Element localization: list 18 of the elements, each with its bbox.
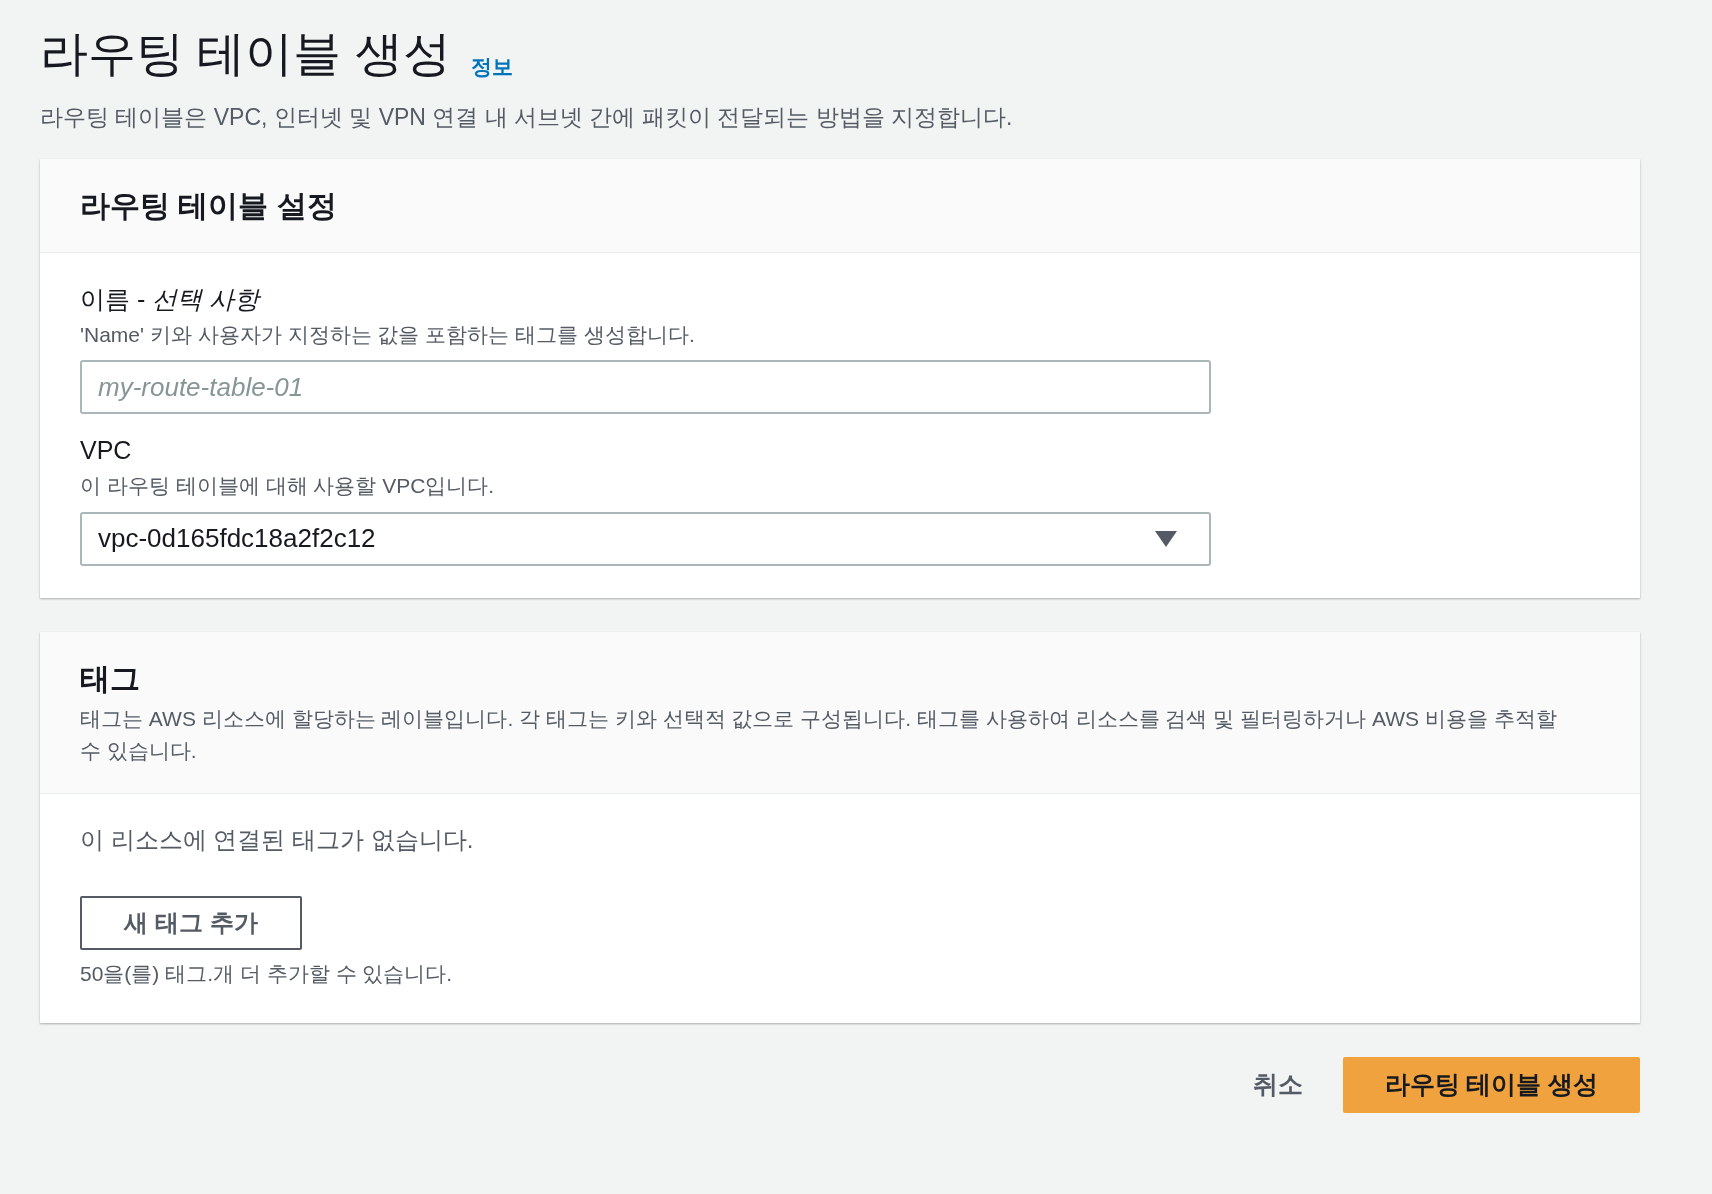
create-route-table-button[interactable]: 라우팅 테이블 생성 — [1343, 1057, 1640, 1113]
empty-tags-message: 이 리소스에 연결된 태그가 없습니다. — [80, 824, 475, 855]
section-title: 라우팅 테이블 설정 — [80, 187, 337, 224]
name-input-field[interactable]: my-route-table-01 — [80, 360, 1211, 414]
tag-limit-note: 50을(를) 태그.개 더 추가할 수 있습니다. — [80, 960, 454, 987]
info-link[interactable]: 정보 — [470, 50, 513, 82]
field-hint: 'Name' 키와 사용자가 지정하는 값을 포함하는 태그를 생성합니다. — [80, 321, 696, 348]
section-description: 태그는 AWS 리소스에 할당하는 레이블입니다. 각 태그는 키와 선택적 값으로 구성됩니다. 태그를 사용하여 리소스를 검색 및 필터링하거나 AWS 비용을 추적할 수 있습니다. — [80, 705, 1558, 764]
vpc-select[interactable]: vpc-0d165fdc18a2f2c12 — [80, 511, 1211, 566]
cancel-button[interactable]: 취소 — [1233, 1057, 1323, 1113]
add-tag-button[interactable]: 새 태그 추가 — [80, 895, 302, 950]
caret-down-icon — [1155, 530, 1177, 547]
page-title: 라우팅 테이블 생성 — [40, 26, 451, 82]
section-title: 태그 — [80, 660, 141, 697]
field-hint: 이 라우팅 테이블에 대해 사용할 VPC입니다. — [80, 473, 496, 499]
field-label: VPC — [80, 435, 133, 466]
page-description: 라우팅 테이블은 VPC, 인터넷 및 VPN 연결 내 서브넷 간에 패킷이 전달되는 방법을 지정합니다. — [40, 103, 1014, 132]
field-label: 이름 - 선택 사항 — [80, 283, 263, 315]
